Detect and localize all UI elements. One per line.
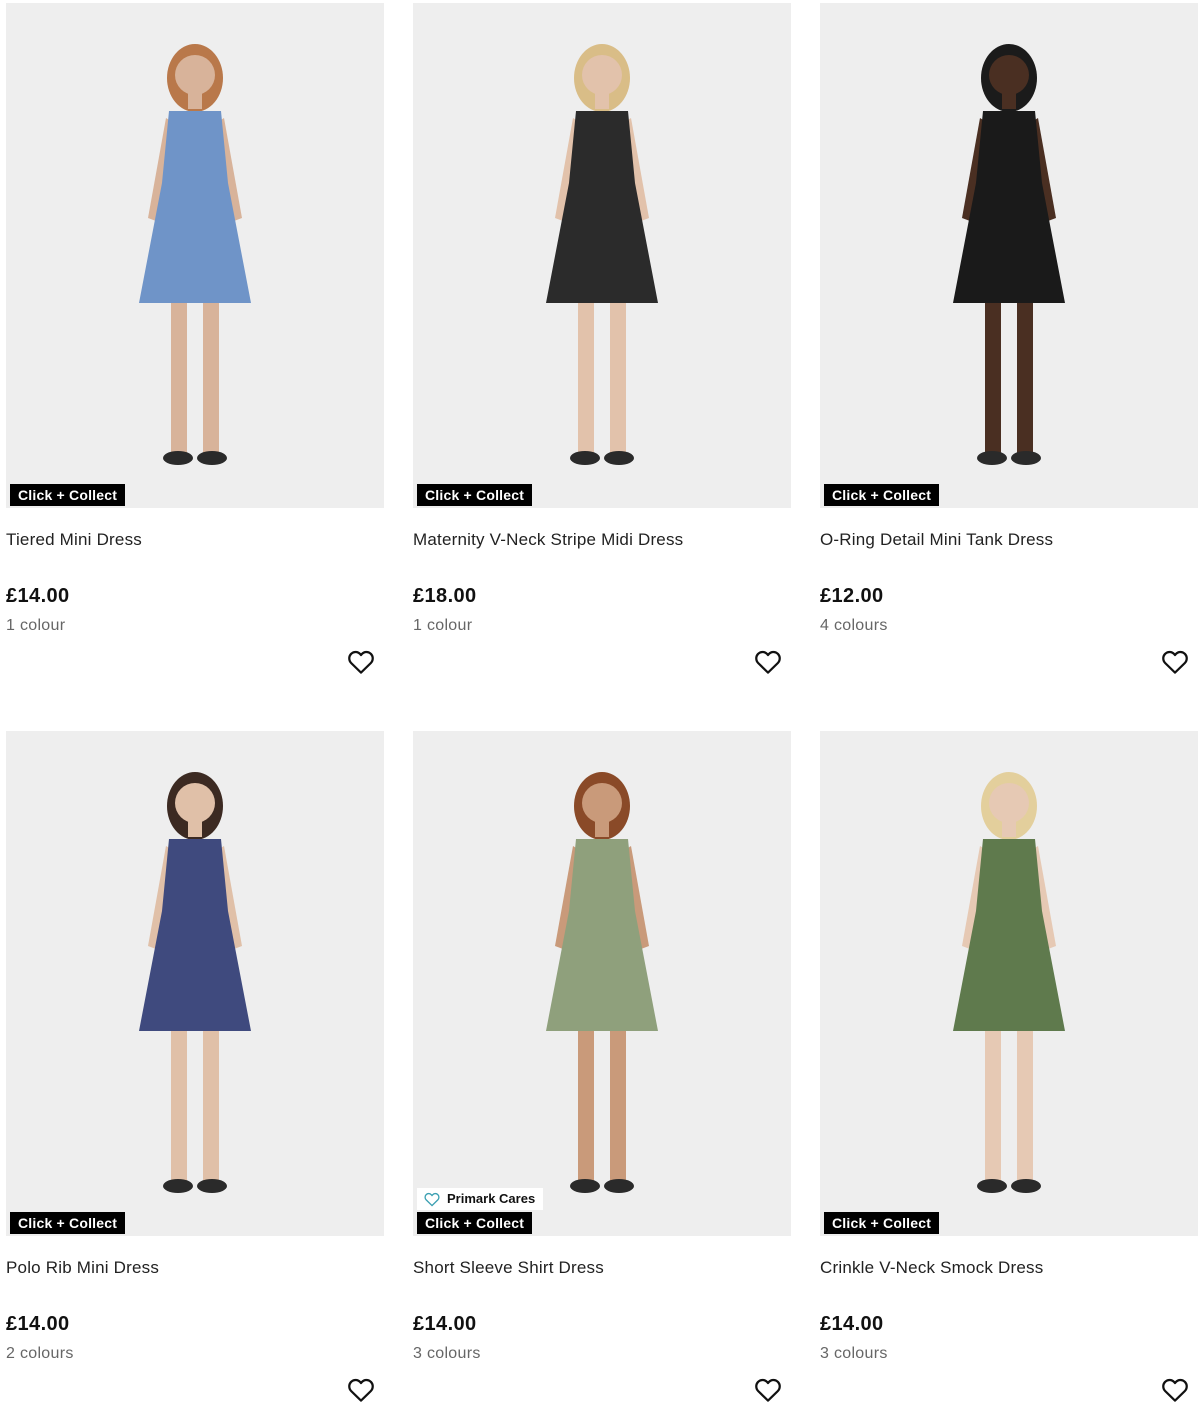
product-image[interactable]: Click + Collect	[820, 731, 1198, 1236]
product-price: £18.00	[413, 585, 477, 607]
product-photo	[953, 772, 1065, 1193]
colour-count: 4 colours	[820, 617, 888, 634]
heart-outline-teal-icon	[424, 1192, 440, 1207]
product-name[interactable]: O-Ring Detail Mini Tank Dress	[820, 530, 1053, 550]
product-name[interactable]: Tiered Mini Dress	[6, 530, 142, 550]
product-photo	[546, 44, 658, 465]
product-name[interactable]: Short Sleeve Shirt Dress	[413, 1258, 604, 1278]
heart-outline-icon	[1162, 650, 1188, 674]
badge-stack: Click + Collect	[824, 1212, 940, 1234]
product-name[interactable]: Maternity V-Neck Stripe Midi Dress	[413, 530, 683, 550]
product-photo	[953, 44, 1065, 465]
product-price: £14.00	[820, 1313, 884, 1335]
wishlist-button[interactable]	[753, 647, 783, 677]
product-image[interactable]: Click + Collect	[6, 3, 384, 508]
click-collect-badge: Click + Collect	[10, 484, 126, 506]
product-price: £14.00	[6, 1313, 70, 1335]
product-price: £14.00	[6, 585, 70, 607]
click-collect-badge: Click + Collect	[824, 1212, 940, 1234]
product-name[interactable]: Crinkle V-Neck Smock Dress	[820, 1258, 1043, 1278]
product-photo	[139, 772, 251, 1193]
badge-stack: Click + Collect	[10, 484, 126, 506]
wishlist-button[interactable]	[346, 647, 376, 677]
heart-outline-icon	[1162, 1378, 1188, 1402]
heart-outline-icon	[348, 1378, 374, 1402]
click-collect-badge: Click + Collect	[824, 484, 940, 506]
click-collect-badge: Click + Collect	[417, 484, 533, 506]
badge-stack: Primark Cares Click + Collect	[417, 1188, 544, 1234]
product-price: £14.00	[413, 1313, 477, 1335]
wishlist-button[interactable]	[1160, 1375, 1190, 1405]
colour-count: 1 colour	[413, 617, 473, 634]
badge-stack: Click + Collect	[824, 484, 940, 506]
click-collect-badge: Click + Collect	[10, 1212, 126, 1234]
product-name[interactable]: Polo Rib Mini Dress	[6, 1258, 159, 1278]
product-image[interactable]: Primark Cares Click + Collect	[413, 731, 791, 1236]
heart-outline-icon	[348, 650, 374, 674]
primark-cares-badge: Primark Cares	[417, 1188, 544, 1210]
wishlist-button[interactable]	[346, 1375, 376, 1405]
product-photo	[139, 44, 251, 465]
click-collect-badge: Click + Collect	[417, 1212, 533, 1234]
primark-cares-label: Primark Cares	[447, 1191, 536, 1206]
badge-stack: Click + Collect	[10, 1212, 126, 1234]
product-image[interactable]: Click + Collect	[820, 3, 1198, 508]
colour-count: 3 colours	[820, 1345, 888, 1362]
colour-count: 1 colour	[6, 617, 66, 634]
heart-outline-icon	[755, 1378, 781, 1402]
wishlist-button[interactable]	[1160, 647, 1190, 677]
product-image[interactable]: Click + Collect	[6, 731, 384, 1236]
badge-stack: Click + Collect	[417, 484, 533, 506]
wishlist-button[interactable]	[753, 1375, 783, 1405]
colour-count: 3 colours	[413, 1345, 481, 1362]
product-image[interactable]: Click + Collect	[413, 3, 791, 508]
product-photo	[546, 772, 658, 1193]
colour-count: 2 colours	[6, 1345, 74, 1362]
heart-outline-icon	[755, 650, 781, 674]
product-price: £12.00	[820, 585, 884, 607]
